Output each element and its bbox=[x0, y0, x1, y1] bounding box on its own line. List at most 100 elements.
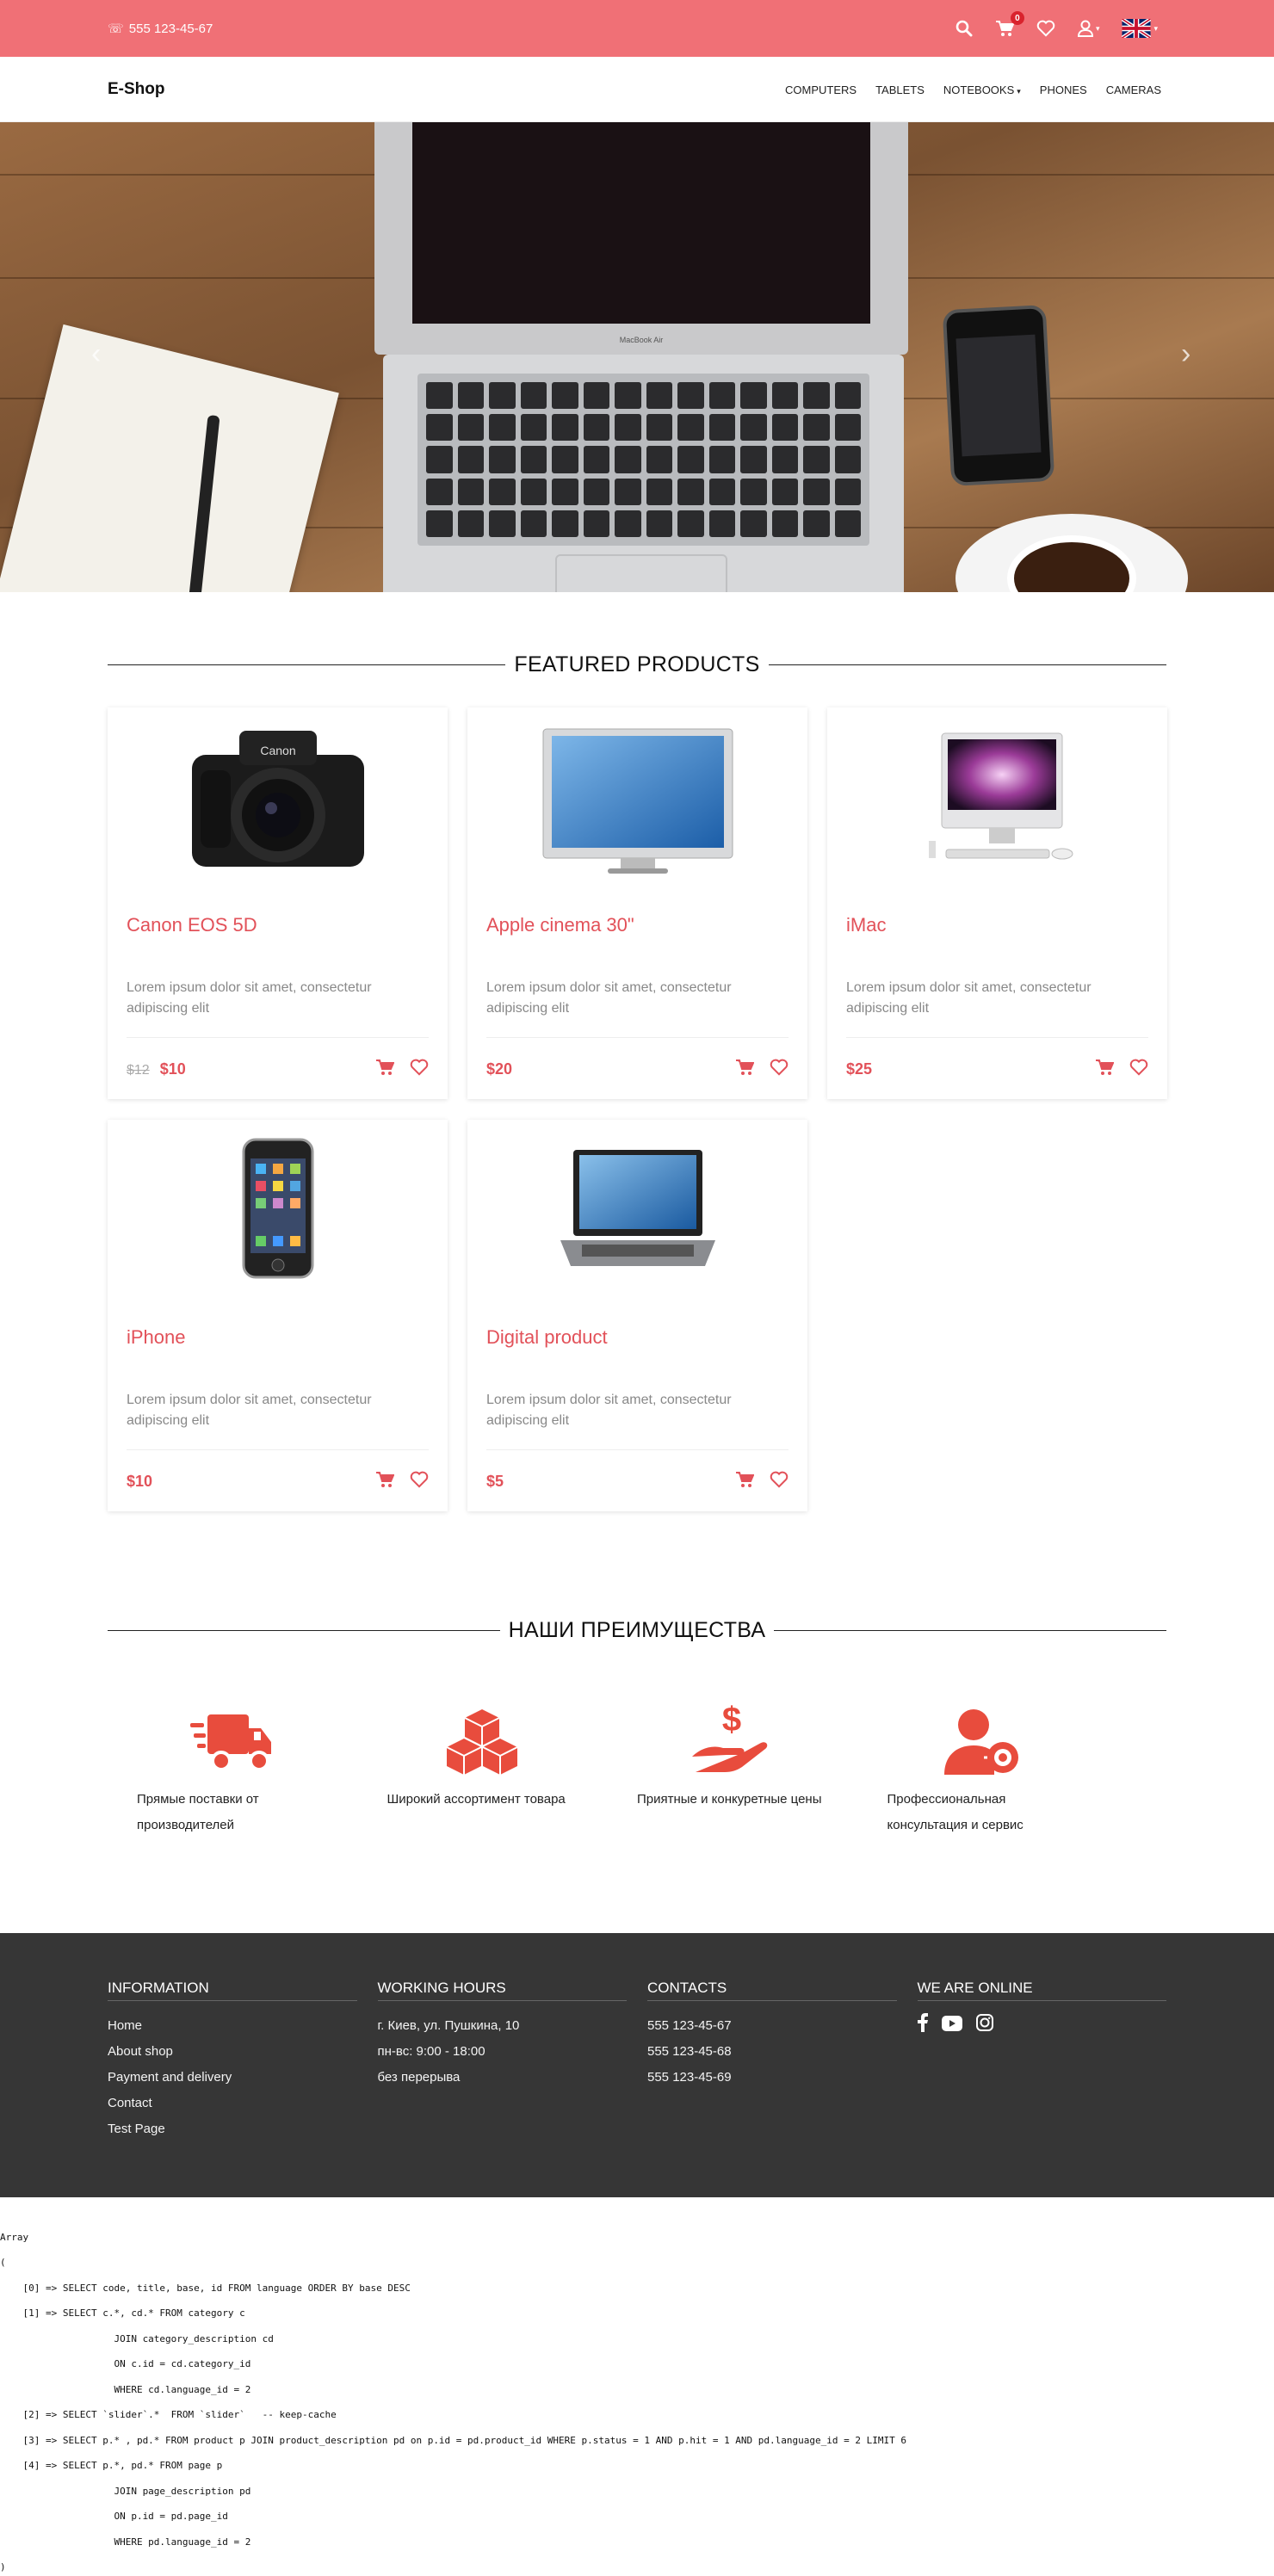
footer-hours: пн-вс: 9:00 - 18:00 bbox=[377, 2044, 485, 2059]
product-name[interactable]: Canon EOS 5D bbox=[127, 914, 429, 936]
svg-text:$: $ bbox=[722, 1703, 741, 1739]
debug-line: [4] => SELECT p.*, pd.* FROM page p bbox=[0, 2460, 223, 2471]
product-name[interactable]: iPhone bbox=[127, 1326, 429, 1349]
debug-line: [0] => SELECT code, title, base, id FROM… bbox=[0, 2282, 411, 2294]
add-to-wishlist-icon[interactable] bbox=[410, 1471, 429, 1492]
chevron-down-icon: ▾ bbox=[1095, 23, 1100, 33]
footer-no-break: без перерыва bbox=[377, 2070, 461, 2085]
footer-link-payment[interactable]: Payment and delivery bbox=[108, 2065, 357, 2091]
hero-slider: MacBook Air ‹ › bbox=[0, 122, 1274, 592]
advantage-text: Широкий ассортимент товара bbox=[387, 1792, 566, 1807]
youtube-icon[interactable] bbox=[941, 2015, 962, 2041]
footer-contacts: CONTACTS 555 123-45-67 555 123-45-68 555… bbox=[647, 1980, 897, 2142]
phone-icon: ☏ bbox=[108, 22, 124, 36]
debug-line: [1] => SELECT c.*, cd.* FROM category c bbox=[0, 2307, 245, 2319]
footer-link-test-page[interactable]: Test Page bbox=[108, 2116, 357, 2142]
add-to-cart-icon[interactable] bbox=[375, 1471, 395, 1492]
footer-information: INFORMATION Home About shop Payment and … bbox=[108, 1980, 357, 2142]
advantages-list: Прямые поставки от производителей Широки… bbox=[108, 1699, 1166, 1838]
product-price: $10 bbox=[127, 1473, 153, 1490]
language-dropdown[interactable]: ▾ bbox=[1122, 19, 1158, 38]
advantage-text: Прямые поставки от производителей bbox=[137, 1792, 259, 1832]
advantage-item: $ Приятные и конкуретные цены bbox=[637, 1699, 887, 1838]
wishlist-icon[interactable] bbox=[1036, 20, 1055, 37]
search-icon[interactable] bbox=[956, 20, 973, 37]
slider-prev-arrow[interactable]: ‹ bbox=[91, 337, 101, 371]
product-name[interactable]: Apple cinema 30" bbox=[486, 914, 789, 936]
product-name[interactable]: Digital product bbox=[486, 1326, 789, 1349]
footer-phone[interactable]: 555 123-45-67 bbox=[647, 2013, 897, 2039]
advantage-item: Профессиональная консультация и сервис bbox=[887, 1699, 1138, 1838]
product-card[interactable]: iPhone Lorem ipsum dolor sit amet, conse… bbox=[108, 1120, 448, 1511]
footer-phone[interactable]: 555 123-45-68 bbox=[647, 2039, 897, 2065]
nav-item-phones[interactable]: PHONES bbox=[1040, 83, 1087, 96]
product-card[interactable]: Digital product Lorem ipsum dolor sit am… bbox=[467, 1120, 807, 1511]
product-card[interactable]: Apple cinema 30" Lorem ipsum dolor sit a… bbox=[467, 707, 807, 1099]
account-dropdown[interactable]: ▾ bbox=[1077, 20, 1100, 37]
product-name[interactable]: iMac bbox=[846, 914, 1148, 936]
facebook-icon[interactable] bbox=[917, 2013, 928, 2042]
cart-count-badge: 0 bbox=[1010, 11, 1024, 25]
add-to-wishlist-icon[interactable] bbox=[1129, 1059, 1148, 1080]
top-phone[interactable]: ☏ 555 123-45-67 bbox=[108, 21, 213, 37]
product-description: Lorem ipsum dolor sit amet, consectetur … bbox=[846, 980, 1092, 1016]
advantage-text: Профессиональная консультация и сервис bbox=[887, 1792, 1024, 1832]
footer-link-about[interactable]: About shop bbox=[108, 2039, 357, 2065]
product-old-price: $12 bbox=[127, 1063, 150, 1078]
add-to-cart-icon[interactable] bbox=[375, 1059, 395, 1080]
advantage-item: Широкий ассортимент товара bbox=[387, 1699, 638, 1838]
product-image-monitor[interactable] bbox=[486, 707, 789, 888]
brand-logo[interactable]: E-Shop bbox=[108, 80, 165, 99]
product-card[interactable]: iMac Lorem ipsum dolor sit amet, consect… bbox=[827, 707, 1167, 1099]
product-description: Lorem ipsum dolor sit amet, consectetur … bbox=[127, 980, 372, 1016]
product-image-camera[interactable]: Canon bbox=[127, 707, 429, 888]
product-image-iphone[interactable] bbox=[127, 1120, 429, 1300]
product-price: $25 bbox=[846, 1060, 873, 1078]
cart-button[interactable]: 0 bbox=[995, 11, 1024, 37]
add-to-cart-icon[interactable] bbox=[735, 1059, 755, 1080]
chevron-down-icon: ▾ bbox=[1017, 86, 1021, 96]
add-to-wishlist-icon[interactable] bbox=[770, 1059, 789, 1080]
top-phone-number: 555 123-45-67 bbox=[128, 21, 213, 36]
slide-phone-image bbox=[942, 305, 1055, 486]
nav-item-cameras[interactable]: CAMERAS bbox=[1106, 83, 1161, 96]
debug-line: ) bbox=[0, 2561, 6, 2573]
footer-contacts-title: CONTACTS bbox=[647, 1980, 897, 2001]
uk-flag-icon bbox=[1122, 19, 1152, 38]
nav-item-notebooks-label: NOTEBOOKS bbox=[943, 83, 1015, 96]
slide-coffee-cup-image bbox=[956, 514, 1188, 592]
debug-line: JOIN category_description cd bbox=[0, 2332, 274, 2344]
user-icon bbox=[1077, 20, 1093, 37]
truck-icon bbox=[137, 1699, 326, 1776]
nav-item-computers[interactable]: COMPUTERS bbox=[785, 83, 857, 96]
slider-next-arrow[interactable]: › bbox=[1181, 337, 1191, 371]
add-to-cart-icon[interactable] bbox=[735, 1471, 755, 1492]
user-gear-icon bbox=[887, 1699, 1077, 1776]
footer-phone[interactable]: 555 123-45-69 bbox=[647, 2065, 897, 2091]
footer-online-title: WE ARE ONLINE bbox=[917, 1980, 1166, 2001]
featured-title: FEATURED PRODUCTS bbox=[505, 652, 769, 677]
footer: INFORMATION Home About shop Payment and … bbox=[0, 1933, 1274, 2197]
footer-information-title: INFORMATION bbox=[108, 1980, 357, 2001]
advantage-item: Прямые поставки от производителей bbox=[137, 1699, 387, 1838]
product-description: Lorem ipsum dolor sit amet, consectetur … bbox=[486, 980, 732, 1016]
product-card[interactable]: Canon Canon EOS 5D Lorem ipsum dolor sit… bbox=[108, 707, 448, 1099]
nav-item-notebooks[interactable]: NOTEBOOKS ▾ bbox=[943, 83, 1021, 96]
product-image-laptop[interactable] bbox=[486, 1120, 789, 1300]
add-to-cart-icon[interactable] bbox=[1095, 1059, 1115, 1080]
add-to-wishlist-icon[interactable] bbox=[410, 1059, 429, 1080]
debug-line: JOIN page_description pd bbox=[0, 2485, 251, 2497]
svg-text:Canon: Canon bbox=[260, 744, 295, 757]
add-to-wishlist-icon[interactable] bbox=[770, 1471, 789, 1492]
debug-line: [2] => SELECT `slider`.* FROM `slider` -… bbox=[0, 2409, 337, 2420]
product-image-imac[interactable] bbox=[846, 707, 1148, 888]
footer-link-contact[interactable]: Contact bbox=[108, 2091, 357, 2116]
instagram-icon[interactable] bbox=[975, 2014, 993, 2041]
nav-item-tablets[interactable]: TABLETS bbox=[875, 83, 925, 96]
featured-section-header: FEATURED PRODUCTS bbox=[108, 647, 1166, 682]
chevron-down-icon: ▾ bbox=[1153, 23, 1158, 33]
footer-hours-title: WORKING HOURS bbox=[377, 1980, 627, 2001]
advantages-section-header: НАШИ ПРЕИМУЩЕСТВА bbox=[108, 1613, 1166, 1647]
product-grid: Canon Canon EOS 5D Lorem ipsum dolor sit… bbox=[108, 707, 1167, 1511]
footer-link-home[interactable]: Home bbox=[108, 2013, 357, 2039]
